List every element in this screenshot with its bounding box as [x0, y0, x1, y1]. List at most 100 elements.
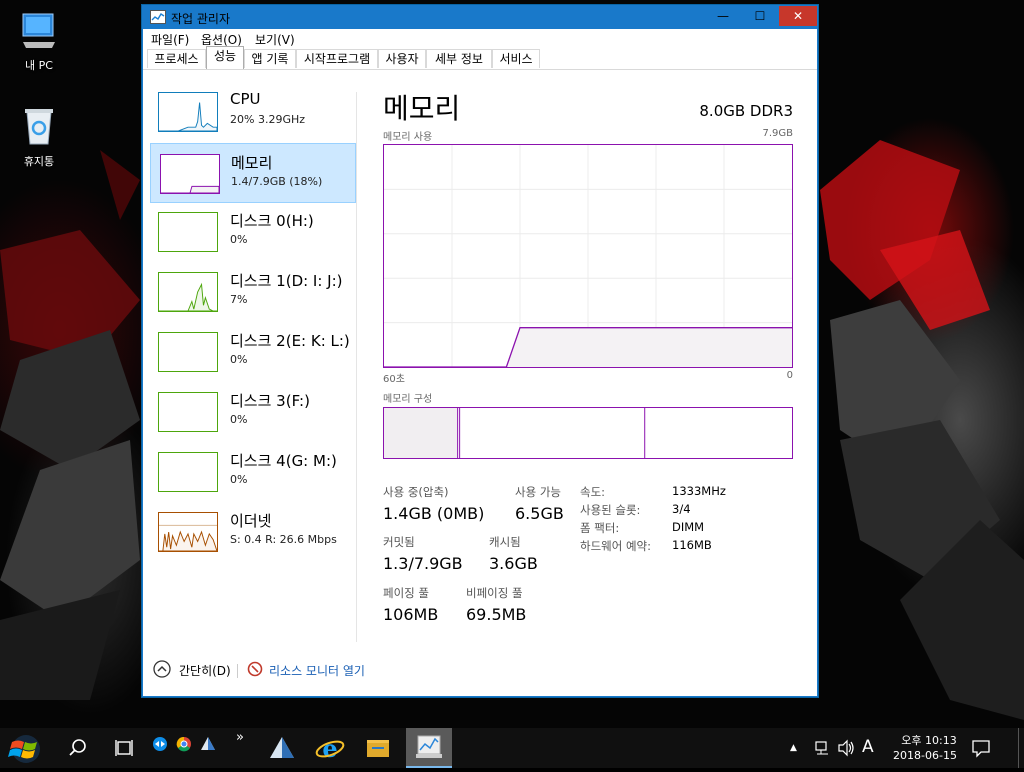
- taskbar-file-explorer[interactable]: [360, 728, 396, 768]
- taskbar-task-manager[interactable]: [406, 728, 452, 768]
- taskbar-app-small[interactable]: [198, 728, 218, 768]
- in-use-label: 사용 중(압축): [383, 485, 449, 499]
- graph-time-right: 0: [786, 370, 793, 381]
- committed-label: 커밋됨: [383, 535, 415, 549]
- resource-item-disk1[interactable]: 디스크 1(D: I: J:) 7%: [148, 266, 354, 326]
- tab-app-history[interactable]: 앱 기록: [244, 49, 296, 68]
- desktop-icon-label: 내 PC: [25, 59, 53, 72]
- tab-details[interactable]: 세부 정보: [426, 49, 492, 68]
- search-icon: [69, 739, 86, 756]
- cpu-sparkline: [158, 92, 218, 132]
- tab-divider: [143, 69, 817, 70]
- memory-sparkline: [160, 154, 220, 194]
- task-view-button[interactable]: [106, 728, 142, 768]
- clock-date[interactable]: 2018-06-15: [884, 749, 966, 762]
- disk4-sparkline: [158, 452, 218, 492]
- resource-value: 0%: [230, 413, 248, 426]
- memory-usage-area: [384, 327, 792, 367]
- tab-services[interactable]: 서비스: [492, 49, 540, 68]
- resource-value: 1.4/7.9GB (18%): [231, 175, 323, 188]
- menu-bar: 파일(F) 옵션(O) 보기(V): [143, 29, 817, 47]
- disk3-sparkline: [158, 392, 218, 432]
- resource-monitor-label: 리소스 모니터 열기: [269, 664, 365, 678]
- slots-label: 사용된 슬롯:: [580, 503, 641, 517]
- taskbar: » e ▲ A 오후 10:13 2018-06-15: [0, 728, 1024, 768]
- resource-item-disk0[interactable]: 디스크 0(H:) 0%: [148, 206, 354, 266]
- start-button[interactable]: [0, 728, 50, 768]
- minimize-button[interactable]: —: [706, 6, 740, 26]
- resource-value: S: 0.4 R: 26.6 Mbps: [230, 533, 337, 546]
- notification-center-button[interactable]: [964, 728, 998, 768]
- tab-startup[interactable]: 시작프로그램: [296, 49, 378, 68]
- taskbar-teamviewer[interactable]: [150, 728, 170, 768]
- resource-name: 메모리: [231, 154, 273, 172]
- tab-performance[interactable]: 성능: [206, 46, 244, 69]
- resource-name: 디스크 4(G: M:): [230, 452, 337, 470]
- slots-value: 3/4: [672, 502, 691, 516]
- resource-item-memory[interactable]: 메모리 1.4/7.9GB (18%): [150, 143, 356, 203]
- quick-launch-overflow[interactable]: »: [236, 730, 250, 770]
- resource-item-disk3[interactable]: 디스크 3(F:) 0%: [148, 386, 354, 446]
- menu-view[interactable]: 보기(V): [255, 31, 295, 48]
- chrome-icon: [176, 736, 191, 752]
- recycle-bin-icon: [25, 109, 53, 145]
- desktop-icon-this-pc[interactable]: 내 PC: [4, 12, 74, 73]
- close-button[interactable]: ✕: [779, 6, 817, 26]
- resource-name: 디스크 1(D: I: J:): [230, 272, 343, 290]
- nonpaged-pool-value: 69.5MB: [466, 605, 527, 624]
- resource-item-cpu[interactable]: CPU 20% 3.29GHz: [148, 86, 354, 146]
- disk1-sparkline: [158, 272, 218, 312]
- composition-label: 메모리 구성: [383, 394, 433, 405]
- input-method-indicator[interactable]: A: [862, 737, 874, 757]
- disk0-sparkline: [158, 212, 218, 252]
- memory-usage-graph: [383, 144, 793, 368]
- task-view-icon: [115, 740, 133, 756]
- memory-composition-bar: [383, 407, 793, 459]
- taskbar-internet-explorer[interactable]: e: [312, 728, 348, 768]
- in-use-value: 1.4GB (0MB): [383, 504, 485, 523]
- desktop-icon-label: 휴지통: [23, 155, 55, 168]
- resource-item-disk2[interactable]: 디스크 2(E: K: L:) 0%: [148, 326, 354, 386]
- available-label: 사용 가능: [515, 485, 561, 499]
- tab-users[interactable]: 사용자: [378, 49, 426, 68]
- paged-pool-value: 106MB: [383, 605, 439, 624]
- show-hidden-icons-button[interactable]: ▲: [790, 728, 806, 768]
- clock-time[interactable]: 오후 10:13: [888, 732, 970, 748]
- notification-icon: [972, 740, 990, 758]
- speed-label: 속도:: [580, 485, 606, 499]
- footer-divider: [237, 664, 238, 678]
- composition-in-use: [384, 408, 458, 458]
- form-factor-label: 폼 팩터:: [580, 521, 620, 535]
- network-icon: [815, 741, 828, 755]
- resource-item-disk4[interactable]: 디스크 4(G: M:) 0%: [148, 446, 354, 506]
- cached-label: 캐시됨: [489, 535, 521, 549]
- tab-processes[interactable]: 프로세스: [147, 49, 206, 68]
- ethernet-sparkline: [158, 512, 218, 552]
- graph-label: 메모리 사용: [383, 132, 433, 143]
- app-triangle-icon: [201, 737, 215, 750]
- search-button[interactable]: [60, 728, 96, 768]
- network-tray-button[interactable]: [814, 728, 832, 768]
- task-manager-window: 작업 관리자 — ☐ ✕ 파일(F) 옵션(O) 보기(V) 프로세스 성능 앱…: [142, 5, 818, 697]
- desktop-icon-recycle-bin[interactable]: 휴지통: [4, 106, 74, 169]
- teamviewer-icon: [153, 737, 167, 751]
- graph-max-label: 7.9GB: [762, 128, 793, 139]
- available-value: 6.5GB: [515, 504, 564, 523]
- internet-explorer-icon: e: [315, 734, 345, 763]
- resource-value: 0%: [230, 473, 248, 486]
- svg-text:e: e: [322, 734, 337, 763]
- title-bar[interactable]: 작업 관리자 — ☐ ✕: [143, 6, 817, 29]
- taskbar-app[interactable]: [264, 728, 300, 768]
- show-desktop-button[interactable]: [1018, 728, 1024, 768]
- taskbar-chrome[interactable]: [174, 728, 194, 768]
- maximize-button[interactable]: ☐: [743, 6, 777, 26]
- collapse-label: 간단히(D): [179, 664, 231, 678]
- folder-icon: [367, 740, 389, 757]
- chevron-up-icon: [153, 660, 171, 678]
- footer: 간단히(D) 리소스 모니터 열기: [143, 656, 817, 686]
- menu-file[interactable]: 파일(F): [151, 31, 189, 48]
- volume-tray-button[interactable]: [836, 728, 856, 768]
- computer-icon: [22, 13, 55, 48]
- committed-value: 1.3/7.9GB: [383, 554, 463, 573]
- resource-item-ethernet[interactable]: 이더넷 S: 0.4 R: 26.6 Mbps: [148, 506, 354, 566]
